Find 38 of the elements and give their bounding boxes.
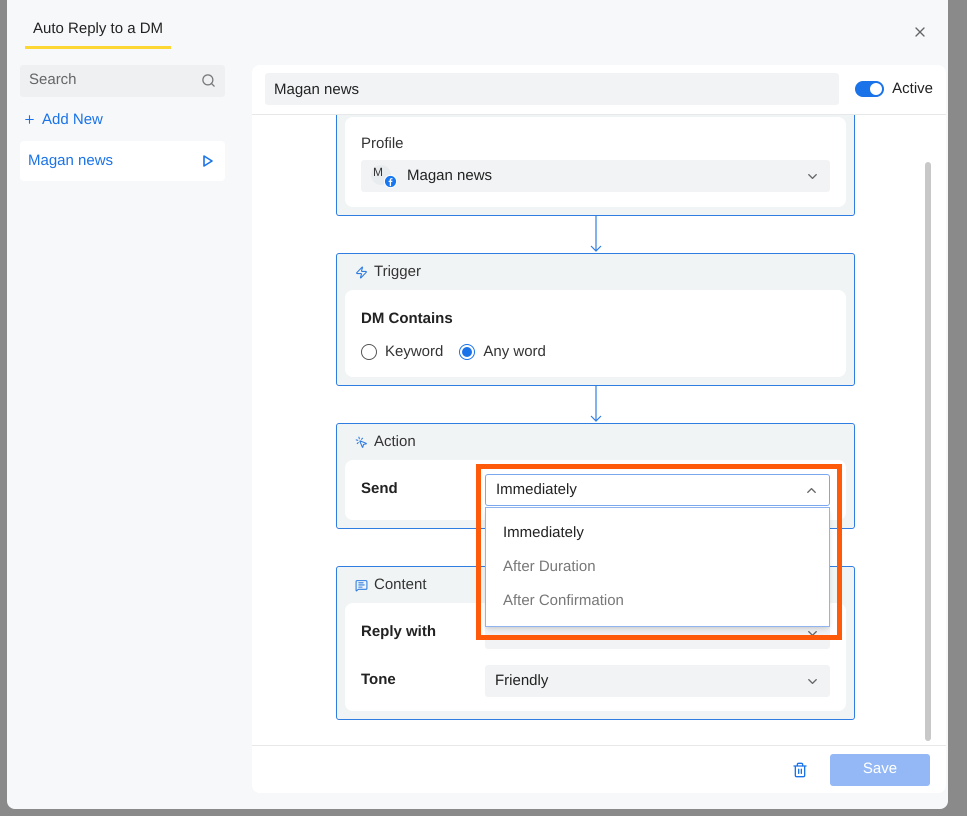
radio-button[interactable] (459, 344, 476, 360)
dropdown-field[interactable]: Immediately (485, 474, 830, 506)
facebook-icon (384, 175, 397, 188)
toggle-label: Active (892, 78, 933, 99)
trash-icon[interactable] (792, 762, 808, 778)
field-label: Send (361, 479, 399, 499)
play-icon (203, 155, 213, 167)
cursor-click-icon (355, 436, 368, 448)
radio-label: Keyword (385, 342, 444, 362)
dropdown-option[interactable]: After Duration (486, 550, 829, 584)
field-value: Immediately (496, 480, 577, 500)
search-field[interactable]: Search (20, 64, 225, 96)
radio-label: Any word (483, 342, 546, 362)
field-value: Friendly (495, 670, 548, 691)
message-icon (355, 578, 368, 592)
search-input[interactable]: Search (29, 69, 179, 92)
profile-dropdown[interactable]: M Magan news (361, 160, 830, 192)
field-label: Profile (361, 134, 405, 154)
field-label: DM Contains (361, 309, 454, 329)
radio-button[interactable] (361, 344, 377, 360)
lightning-icon (355, 266, 368, 278)
step-title: Content (374, 574, 427, 595)
name-field[interactable]: Magan news (265, 73, 840, 105)
toggle-switch[interactable] (855, 81, 884, 97)
step-title: Trigger (374, 262, 421, 282)
add-new-link[interactable]: Add New (20, 108, 225, 131)
dialog-title[interactable]: Auto Reply to a DM (25, 18, 172, 48)
field-label: Tone (361, 670, 397, 690)
dropdown-field[interactable]: Friendly (485, 665, 830, 697)
sidebar-item[interactable]: Magan news (20, 141, 225, 181)
plus-icon (23, 113, 36, 126)
dropdown-option[interactable]: Immediately (486, 516, 829, 550)
field-label: Reply with (361, 622, 438, 642)
dropdown-option[interactable]: After Confirmation (486, 584, 829, 618)
scrollbar[interactable] (924, 162, 930, 741)
field-value: Magan news (407, 166, 492, 186)
search-icon (201, 73, 216, 88)
step-title: Action (374, 432, 416, 452)
